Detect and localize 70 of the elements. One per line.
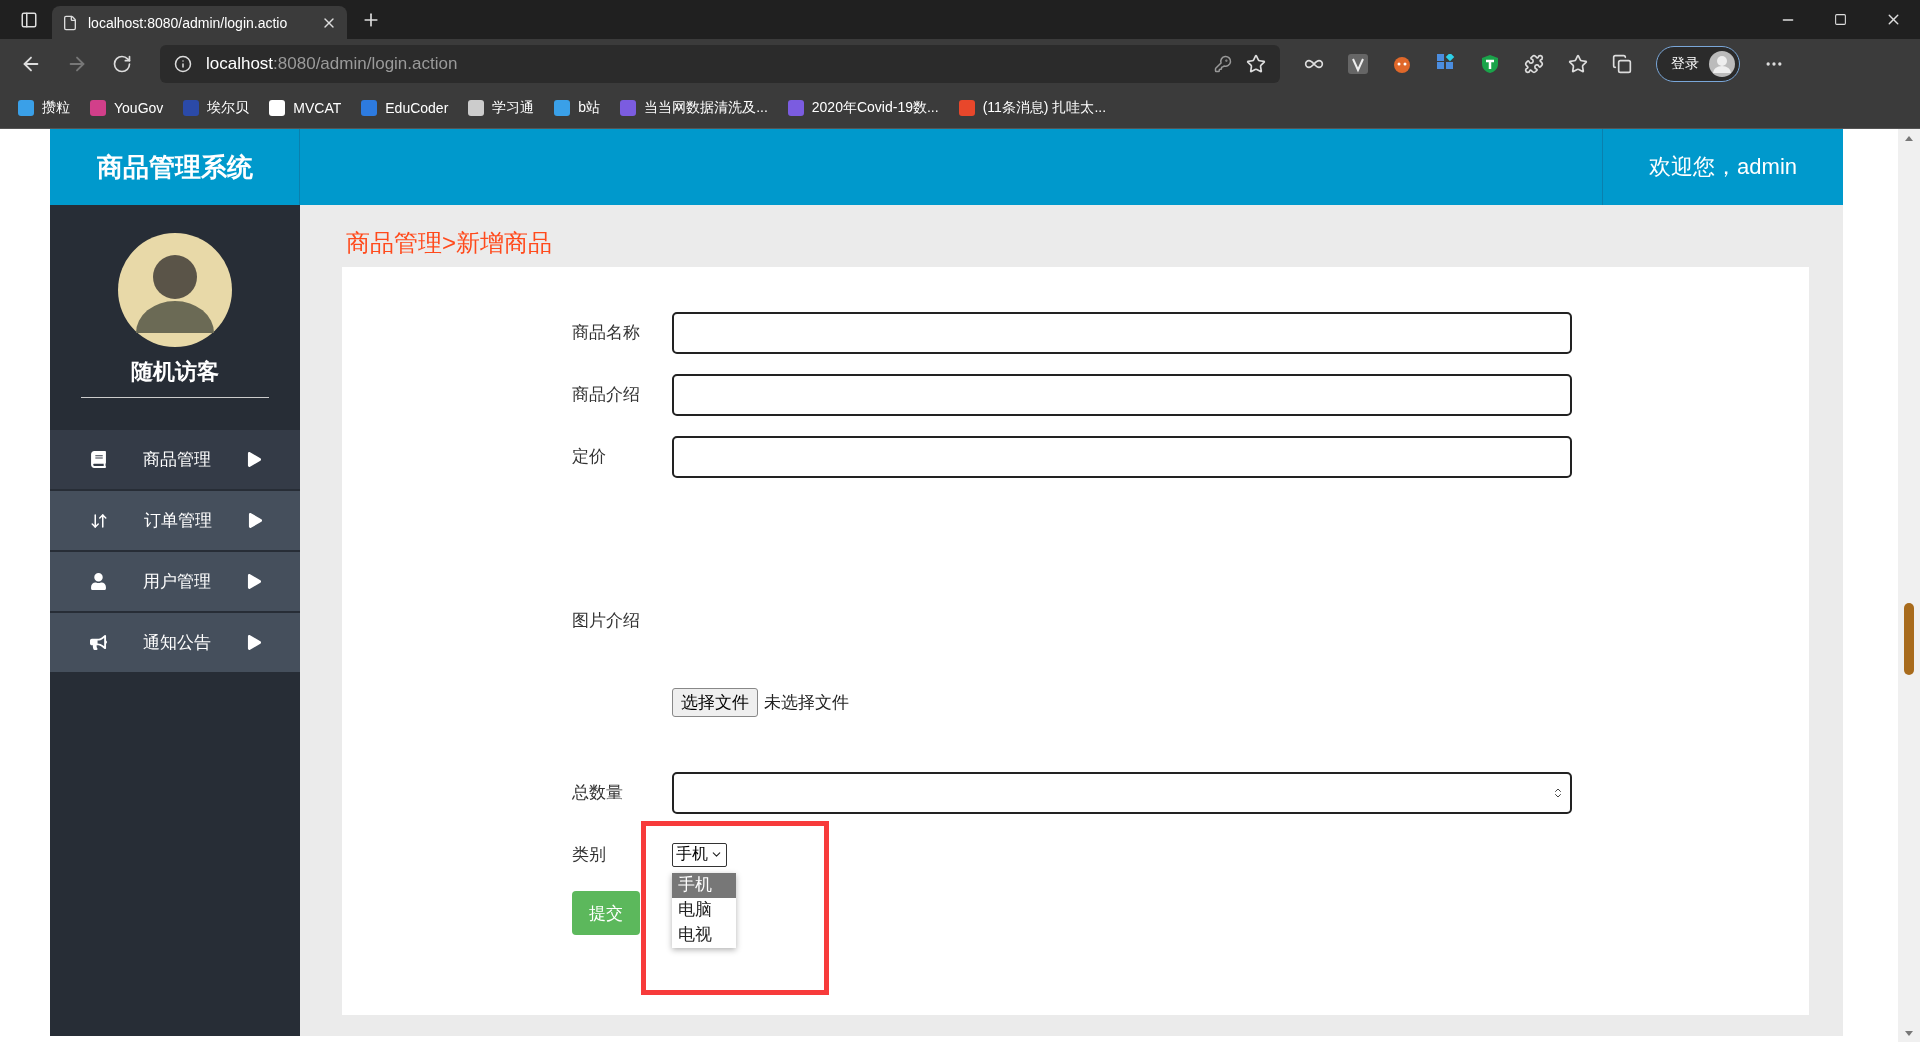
book-icon	[90, 451, 107, 468]
play-icon	[247, 452, 262, 467]
breadcrumb: 商品管理>新增商品	[345, 228, 553, 258]
field-label: 图片介绍	[572, 611, 640, 630]
url-text: localhost:8080/admin/login.action	[206, 53, 459, 74]
bookmark-link[interactable]: 埃尔贝	[183, 99, 250, 117]
bookmark-icon	[269, 100, 286, 116]
bookmark-icon	[361, 100, 378, 116]
bookmark-icon	[554, 100, 571, 116]
bookmark-icon	[90, 100, 106, 116]
scrollbar[interactable]	[1898, 129, 1920, 1042]
bookmark-icon	[183, 100, 200, 116]
dropdown-option[interactable]: 电视	[672, 922, 736, 948]
bookmark-link[interactable]: 攒粒	[18, 99, 70, 117]
bookmark-link[interactable]: 当当网数据清洗及...	[620, 99, 768, 117]
user-icon	[90, 573, 107, 590]
megaphone-icon	[90, 634, 107, 651]
choose-file-button[interactable]: 选择文件	[672, 688, 758, 717]
spinner-icon[interactable]	[1552, 786, 1564, 799]
bookmark-icon	[787, 100, 804, 116]
bookmark-icon	[18, 100, 34, 116]
tab-actions-icon[interactable]	[20, 10, 38, 29]
arrows-icon	[90, 511, 108, 530]
sidebar-item[interactable]: 商品管理	[50, 430, 300, 491]
avatar-icon	[1709, 50, 1735, 77]
field-label: 定价	[572, 446, 607, 468]
input-field[interactable]	[672, 311, 1572, 354]
bookmark-icon	[620, 100, 637, 116]
sidebar-item[interactable]: 用户管理	[50, 552, 300, 613]
dropdown-option[interactable]: 电脑	[672, 897, 736, 923]
favorites-icon[interactable]	[1568, 53, 1588, 74]
bookmark-link[interactable]: YouGov	[90, 100, 164, 116]
field-label: 商品名称	[572, 322, 641, 344]
collections-icon[interactable]	[1612, 53, 1632, 74]
play-icon	[247, 574, 262, 589]
info-icon[interactable]	[174, 54, 192, 73]
user-name: 随机访客	[131, 358, 219, 386]
play-icon	[247, 635, 262, 650]
browser-tab[interactable]: localhost:8080/admin/login.actio	[52, 6, 347, 39]
extension-icon[interactable]	[1348, 53, 1368, 74]
bookmark-link[interactable]: EduCoder	[361, 100, 449, 116]
file-status: 未选择文件	[764, 692, 849, 714]
bookmark-icon	[468, 100, 485, 116]
add-favorite-icon[interactable]	[1246, 53, 1266, 74]
extensions-icon[interactable]	[1524, 53, 1544, 74]
field-label: 总数量	[572, 782, 624, 804]
bookmark-link[interactable]: 2020年Covid-19数...	[787, 99, 939, 117]
category-select[interactable]: 手机	[672, 842, 727, 867]
input-field[interactable]	[672, 435, 1572, 478]
reload-icon[interactable]	[112, 53, 132, 74]
play-icon	[248, 513, 263, 528]
avatar-icon	[118, 233, 232, 347]
field-label: 类别	[572, 844, 607, 866]
bookmark-link[interactable]: (11条消息) 扎哇太...	[958, 99, 1107, 117]
bookmark-link[interactable]: MVCAT	[269, 100, 342, 116]
bookmark-link[interactable]: b站	[554, 99, 601, 117]
input-field[interactable]	[672, 373, 1572, 416]
field-label: 商品介绍	[572, 384, 641, 406]
bookmark-icon	[958, 100, 975, 116]
restore-icon[interactable]	[1834, 11, 1847, 28]
sidebar-item[interactable]: 通知公告	[50, 613, 300, 674]
profile-button[interactable]: 登录	[1656, 45, 1740, 82]
page-icon	[62, 14, 78, 31]
key-icon[interactable]	[1214, 54, 1232, 73]
bookmark-link[interactable]: 学习通	[468, 99, 535, 117]
sidebar-item[interactable]: 订单管理	[50, 491, 300, 552]
address-bar[interactable]: localhost:8080/admin/login.action	[160, 44, 1280, 83]
dropdown-option[interactable]: 手机	[672, 872, 736, 898]
shield-icon[interactable]	[1480, 53, 1500, 74]
number-field[interactable]	[672, 771, 1572, 814]
